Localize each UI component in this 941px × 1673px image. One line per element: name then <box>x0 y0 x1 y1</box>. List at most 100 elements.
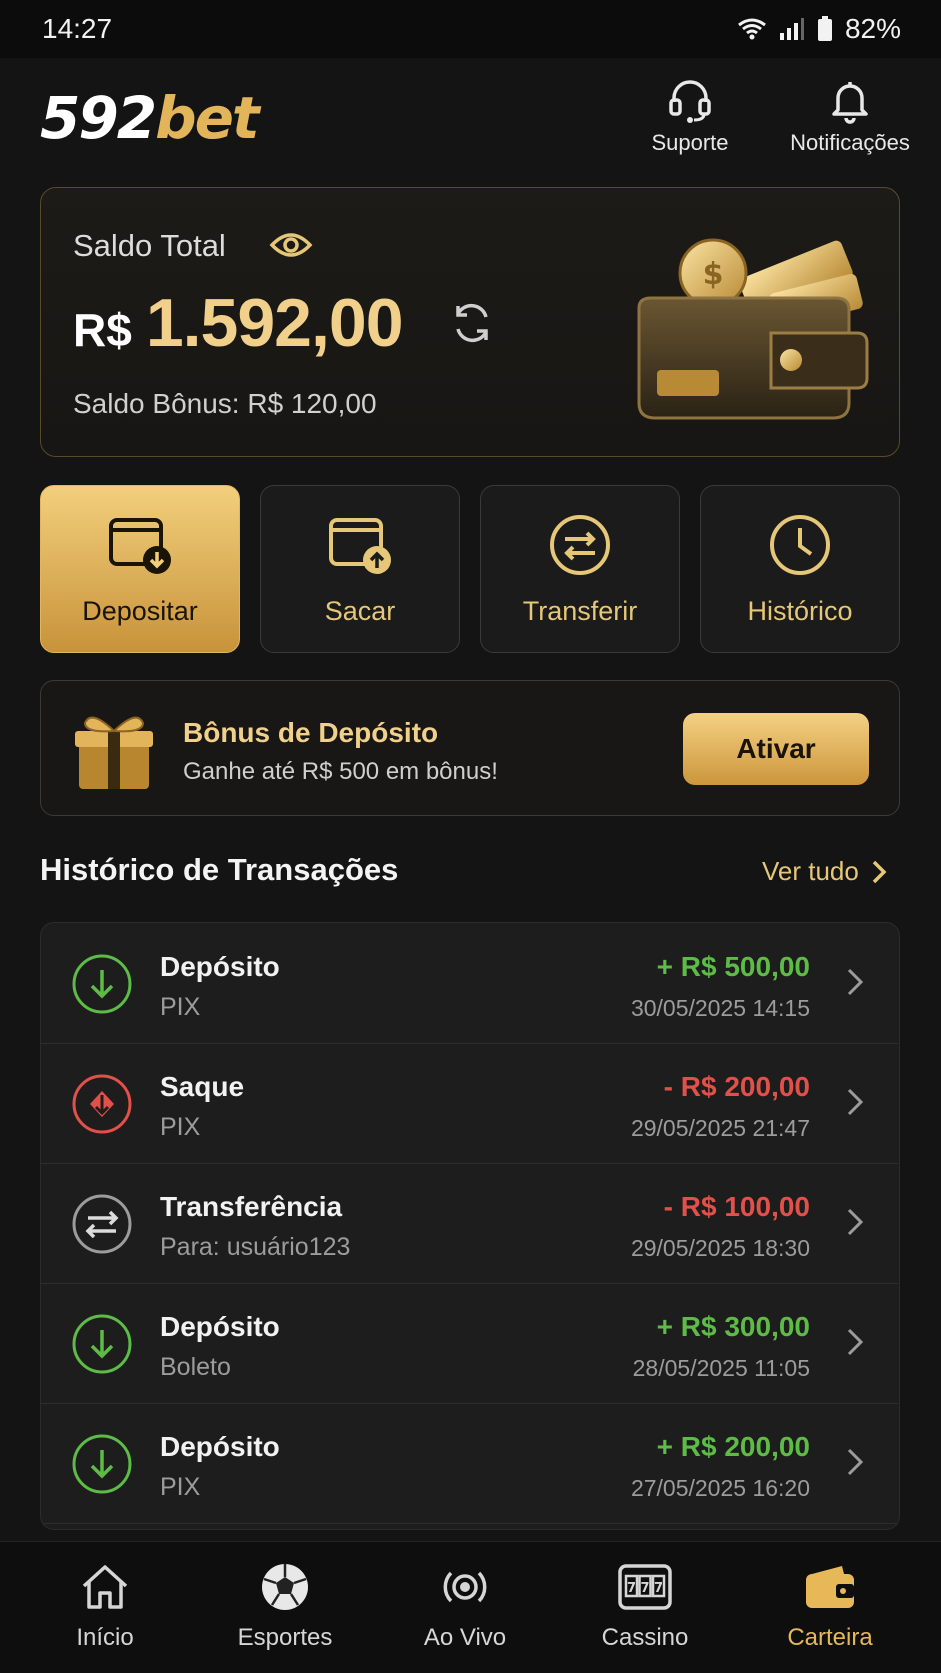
eye-icon[interactable] <box>269 228 313 262</box>
transfer-arrows-icon <box>72 1194 132 1254</box>
deposit-button[interactable]: Depositar <box>40 485 240 653</box>
tx-method: Para: usuário123 <box>160 1233 351 1261</box>
balance-currency: R$ <box>73 304 132 356</box>
notifications-label: Notificações <box>790 130 910 155</box>
tx-method: PIX <box>160 1473 201 1501</box>
logo-word: bet <box>155 84 260 152</box>
see-all-label: Ver tudo <box>762 856 859 886</box>
svg-text:7: 7 <box>627 1581 636 1596</box>
live-broadcast-icon <box>443 1571 487 1603</box>
deposit-in-icon <box>72 1434 132 1494</box>
tx-amount: + R$ 300,00 <box>656 1311 810 1342</box>
balance-value: 1.592,00 <box>145 285 404 361</box>
tx-amount: - R$ 200,00 <box>663 1071 810 1102</box>
brand-logo[interactable]: 592bet <box>40 84 260 152</box>
logo-number: 592 <box>40 84 157 152</box>
nav-label: Esportes <box>237 1624 333 1651</box>
deposit-in-icon <box>72 954 132 1014</box>
tx-date: 29/05/2025 18:30 <box>630 1235 810 1261</box>
tx-type: Depósito <box>160 1311 280 1342</box>
deposit-bonus-banner: Bônus de Depósito Ganhe até R$ 500 em bô… <box>40 680 900 816</box>
gift-icon <box>75 716 153 789</box>
transfer-button[interactable]: Transferir <box>480 485 680 653</box>
support-button[interactable]: Suporte <box>645 76 735 156</box>
tx-amount: + R$ 500,00 <box>656 951 810 982</box>
deposit-in-icon <box>72 1314 132 1374</box>
table-row[interactable]: Depósito PIX + R$ 500,00 30/05/2025 14:1… <box>41 923 898 1044</box>
bottom-nav: Início Esportes Ao Vivo 7 7 7 Cassino Ca… <box>0 1541 941 1673</box>
nav-label: Carteira <box>787 1624 873 1651</box>
wifi-icon <box>738 18 766 40</box>
tx-type: Saque <box>160 1071 245 1102</box>
table-row[interactable]: Saque PIX - R$ 200,00 29/05/2025 21:47 <box>41 1043 898 1164</box>
wallet-icon <box>806 1566 854 1608</box>
chevron-right-icon <box>872 860 887 883</box>
tx-amount: + R$ 200,00 <box>656 1431 810 1462</box>
status-time: 14:27 <box>42 13 113 44</box>
status-bar: 14:27 82% <box>0 0 941 58</box>
see-all-link[interactable]: Ver tudo <box>762 856 887 887</box>
tx-type: Transferência <box>160 1191 343 1222</box>
tx-date: 28/05/2025 11:05 <box>632 1355 810 1381</box>
svg-text:7: 7 <box>654 1581 663 1596</box>
slot-machine-icon: 7 7 7 <box>618 1564 672 1610</box>
signal-icon <box>779 18 804 40</box>
refresh-icon[interactable] <box>449 300 495 346</box>
bonus-balance: Saldo Bônus: R$ 120,00 <box>73 388 377 419</box>
history-button[interactable]: Histórico <box>700 485 900 653</box>
activate-bonus-button[interactable]: Ativar <box>683 713 869 785</box>
transfer-label: Transferir <box>522 596 638 626</box>
balance-label: Saldo Total <box>73 228 226 263</box>
svg-text:7: 7 <box>640 1581 649 1596</box>
transfer-icon <box>550 515 610 575</box>
nav-label: Ao Vivo <box>423 1624 507 1651</box>
history-label: Histórico <box>747 596 853 626</box>
table-row[interactable]: Depósito PIX + R$ 200,00 27/05/2025 16:2… <box>41 1403 898 1524</box>
nav-item-wallet[interactable]: Carteira <box>755 1560 905 1652</box>
chevron-right-icon <box>847 1328 864 1356</box>
withdraw-button[interactable]: Sacar <box>260 485 460 653</box>
chevron-right-icon <box>847 968 864 996</box>
tx-amount: - R$ 100,00 <box>663 1191 810 1222</box>
nav-item-casino[interactable]: 7 7 7 Cassino <box>570 1560 720 1652</box>
table-row[interactable]: Depósito Boleto + R$ 300,00 28/05/2025 1… <box>41 1283 898 1404</box>
battery-icon <box>817 16 832 41</box>
nav-item-home[interactable]: Início <box>30 1560 180 1652</box>
transactions-title: Histórico de Transações <box>40 852 399 887</box>
table-row[interactable]: Transferência Para: usuário123 - R$ 100,… <box>41 1163 898 1284</box>
headset-icon <box>669 80 711 123</box>
svg-text:$: $ <box>703 257 724 292</box>
notifications-button[interactable]: Notificações <box>785 76 915 156</box>
tx-method: PIX <box>160 1113 201 1141</box>
wallet-deposit-icon <box>109 518 171 574</box>
transaction-list: Depósito PIX + R$ 500,00 30/05/2025 14:1… <box>40 922 900 1530</box>
balance-amount: R$ 1.592,00 <box>73 284 404 362</box>
nav-item-sports[interactable]: Esportes <box>210 1560 360 1652</box>
wallet-withdraw-icon <box>329 518 391 574</box>
tx-date: 29/05/2025 21:47 <box>630 1115 810 1141</box>
bell-icon <box>832 82 868 124</box>
tx-date: 27/05/2025 16:20 <box>630 1475 810 1501</box>
support-label: Suporte <box>651 130 729 155</box>
deposit-label: Depositar <box>82 596 198 626</box>
nav-item-live[interactable]: Ao Vivo <box>390 1560 540 1652</box>
promo-title: Bônus de Depósito <box>183 717 439 748</box>
nav-label: Cassino <box>601 1624 689 1651</box>
app-header: 592bet Suporte Notificações <box>0 58 941 176</box>
wallet-actions: Depositar Sacar Transferir Histórico <box>40 485 900 653</box>
tx-method: PIX <box>160 993 201 1021</box>
nav-label: Início <box>76 1624 134 1651</box>
chevron-right-icon <box>847 1088 864 1116</box>
clock-icon <box>770 515 830 575</box>
tx-method: Boleto <box>160 1353 231 1381</box>
soccer-ball-icon <box>262 1564 308 1610</box>
tx-type: Depósito <box>160 951 280 982</box>
balance-card: Saldo Total R$ 1.592,00 Saldo Bônus: R$ … <box>40 187 900 457</box>
home-icon <box>82 1565 128 1609</box>
gold-wallet-illustration: $ <box>637 238 869 420</box>
tx-date: 30/05/2025 14:15 <box>630 995 810 1021</box>
chevron-right-icon <box>847 1448 864 1476</box>
chevron-right-icon <box>847 1208 864 1236</box>
status-icons: 82% <box>737 13 901 45</box>
withdraw-label: Sacar <box>324 596 396 626</box>
